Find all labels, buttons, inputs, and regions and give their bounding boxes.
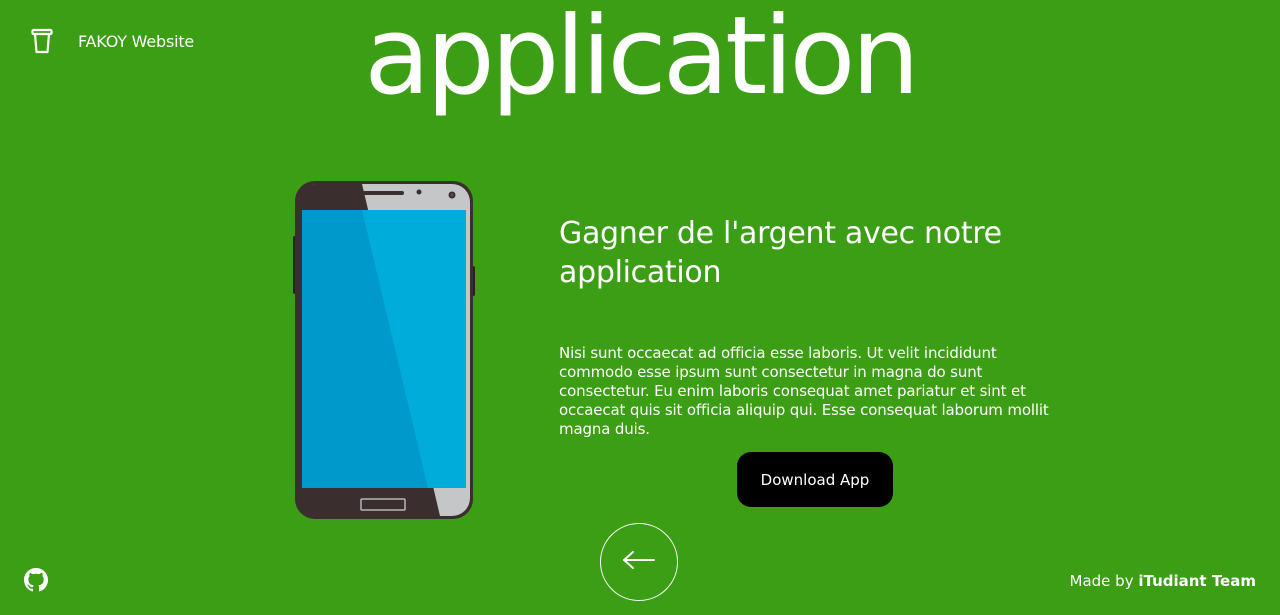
footer-credit: Made by iTudiant Team <box>1070 572 1256 590</box>
back-button[interactable] <box>600 523 678 601</box>
content-section: Gagner de l'argent avec notre applicatio… <box>559 214 1079 439</box>
phone-illustration <box>292 180 476 520</box>
download-app-button[interactable]: Download App <box>737 452 893 507</box>
content-heading: Gagner de l'argent avec notre applicatio… <box>559 216 1002 290</box>
arrow-left-icon <box>622 550 656 574</box>
github-link[interactable] <box>24 568 48 592</box>
credit-prefix: Made by <box>1069 572 1139 590</box>
github-icon <box>24 568 48 596</box>
hero-title: application <box>364 0 920 119</box>
credit-team-link[interactable]: iTudiant Team <box>1138 572 1256 590</box>
content-paragraph: Nisi sunt occaecat ad officia esse labor… <box>559 344 1049 438</box>
